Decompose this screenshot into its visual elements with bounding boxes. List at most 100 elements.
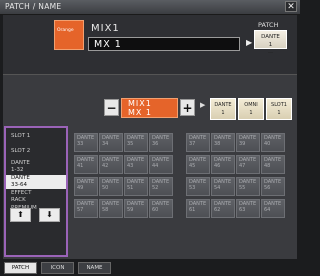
tab-patch[interactable]: PATCH: [4, 262, 37, 274]
patch-cell-number: 57: [77, 207, 84, 213]
port-line2: 1: [277, 110, 281, 116]
patch-cell[interactable]: DANTE 38: [211, 133, 235, 152]
patch-cell[interactable]: DANTE 55: [236, 177, 260, 196]
patch-button-line3: —: [267, 50, 274, 56]
patch-cell-number: 58: [102, 207, 109, 213]
patch-cell[interactable]: DANTE 61: [186, 199, 210, 218]
patch-cell[interactable]: DANTE 50: [99, 177, 123, 196]
port-dante[interactable]: DANTE 1: [210, 98, 236, 120]
patch-cell-number: 45: [189, 163, 196, 169]
window-title: PATCH / NAME: [5, 2, 62, 11]
patch-cell-number: 54: [214, 185, 221, 191]
patch-cell-number: 48: [264, 163, 271, 169]
patch-cell-number: 55: [239, 185, 246, 191]
patch-cell[interactable]: DANTE 59: [124, 199, 148, 218]
source-list-item[interactable]: DANTE 33-64: [6, 175, 66, 189]
patch-cell-number: 37: [189, 141, 196, 147]
patch-cell[interactable]: DANTE 34: [99, 133, 123, 152]
close-icon[interactable]: ✕: [285, 1, 297, 12]
channel-color-button[interactable]: Orange: [54, 20, 84, 50]
patch-cell-number: 34: [102, 141, 109, 147]
patch-cell[interactable]: DANTE 42: [99, 155, 123, 174]
patch-cell[interactable]: DANTE 36: [149, 133, 173, 152]
selector-line2: MX 1: [128, 108, 153, 117]
patch-cell[interactable]: DANTE 48: [261, 155, 285, 174]
patch-cell-number: 41: [77, 163, 84, 169]
port-line1: SLOT1: [271, 102, 287, 108]
tab-icon[interactable]: ICON: [41, 262, 74, 274]
patch-cell-number: 61: [189, 207, 196, 213]
source-list-item[interactable]: SLOT 2: [6, 148, 66, 158]
patch-cell-number: 44: [152, 163, 159, 169]
scroll-down-button[interactable]: ⬇: [39, 208, 60, 222]
patch-cell-number: 56: [264, 185, 271, 191]
patch-cell[interactable]: DANTE 39: [236, 133, 260, 152]
prev-channel-button[interactable]: −: [104, 99, 119, 116]
source-list-item[interactable]: DANTE 1-32: [6, 160, 66, 174]
port-line2: 1: [249, 110, 253, 116]
patch-cell[interactable]: DANTE 52: [149, 177, 173, 196]
patch-button-line2: 1: [268, 42, 273, 48]
channel-color-label: Orange: [57, 28, 74, 33]
patch-cell-number: 42: [102, 163, 109, 169]
patch-cell[interactable]: DANTE 44: [149, 155, 173, 174]
channel-selector: MIX1 MX 1: [121, 98, 178, 118]
patch-cell[interactable]: DANTE 53: [186, 177, 210, 196]
patch-cell-number: 33: [77, 141, 84, 147]
port-line1: DANTE: [214, 102, 232, 108]
patch-label: PATCH: [258, 21, 279, 29]
patch-cell-number: 38: [214, 141, 221, 147]
patch-cell-number: 63: [239, 207, 246, 213]
patch-cell-number: 59: [127, 207, 134, 213]
patch-cell[interactable]: DANTE 49: [74, 177, 98, 196]
patch-cell-number: 46: [214, 163, 221, 169]
patch-cell[interactable]: DANTE 57: [74, 199, 98, 218]
patch-cell[interactable]: DANTE 51: [124, 177, 148, 196]
source-list-item[interactable]: EFFECT RACK: [6, 190, 66, 204]
channel-name-field[interactable]: MX 1: [88, 37, 240, 51]
patch-cell-number: 60: [152, 207, 159, 213]
port-line1: OMNI: [244, 102, 258, 108]
patch-cell-number: 39: [239, 141, 246, 147]
selector-line1: MIX1: [128, 99, 152, 108]
patch-cell[interactable]: DANTE 56: [261, 177, 285, 196]
patch-button[interactable]: DANTE 1 —: [254, 30, 287, 56]
patch-cell[interactable]: DANTE 33: [74, 133, 98, 152]
patch-cell-number: 49: [77, 185, 84, 191]
patch-cell-number: 47: [239, 163, 246, 169]
next-channel-button[interactable]: +: [180, 99, 195, 116]
patch-cell[interactable]: DANTE 45: [186, 155, 210, 174]
patch-cell[interactable]: DANTE 58: [99, 199, 123, 218]
patch-cell-number: 62: [214, 207, 221, 213]
patch-cell[interactable]: DANTE 43: [124, 155, 148, 174]
port-omni[interactable]: OMNI 1: [238, 98, 264, 120]
patch-cell[interactable]: DANTE 63: [236, 199, 260, 218]
patch-cell-number: 51: [127, 185, 134, 191]
patch-cell-number: 35: [127, 141, 134, 147]
channel-name-value: MX 1: [94, 39, 122, 50]
play-arrow-icon: ▶: [246, 38, 253, 47]
patch-cell-number: 52: [152, 185, 159, 191]
patch-cell[interactable]: DANTE 40: [261, 133, 285, 152]
patch-cell[interactable]: DANTE 60: [149, 199, 173, 218]
patch-cell[interactable]: DANTE 54: [211, 177, 235, 196]
port-slot1[interactable]: SLOT1 1: [266, 98, 292, 120]
patch-cell-number: 64: [264, 207, 271, 213]
patch-cell-number: 40: [264, 141, 271, 147]
patch-cell[interactable]: DANTE 64: [261, 199, 285, 218]
patch-cell[interactable]: DANTE 37: [186, 133, 210, 152]
tab-name[interactable]: NAME: [78, 262, 111, 274]
patch-cell-number: 36: [152, 141, 159, 147]
patch-cell[interactable]: DANTE 62: [211, 199, 235, 218]
patch-cell-number: 50: [102, 185, 109, 191]
patch-cell[interactable]: DANTE 46: [211, 155, 235, 174]
patch-cell[interactable]: DANTE 47: [236, 155, 260, 174]
port-line2: 1: [221, 110, 225, 116]
channel-display-name: MIX1: [91, 23, 120, 34]
title-bar: PATCH / NAME ✕: [0, 0, 300, 15]
scroll-up-button[interactable]: ⬆: [10, 208, 31, 222]
source-list-item[interactable]: SLOT 1: [6, 133, 66, 143]
patch-cell[interactable]: DANTE 35: [124, 133, 148, 152]
patch-cell[interactable]: DANTE 41: [74, 155, 98, 174]
patch-cell-number: 53: [189, 185, 196, 191]
